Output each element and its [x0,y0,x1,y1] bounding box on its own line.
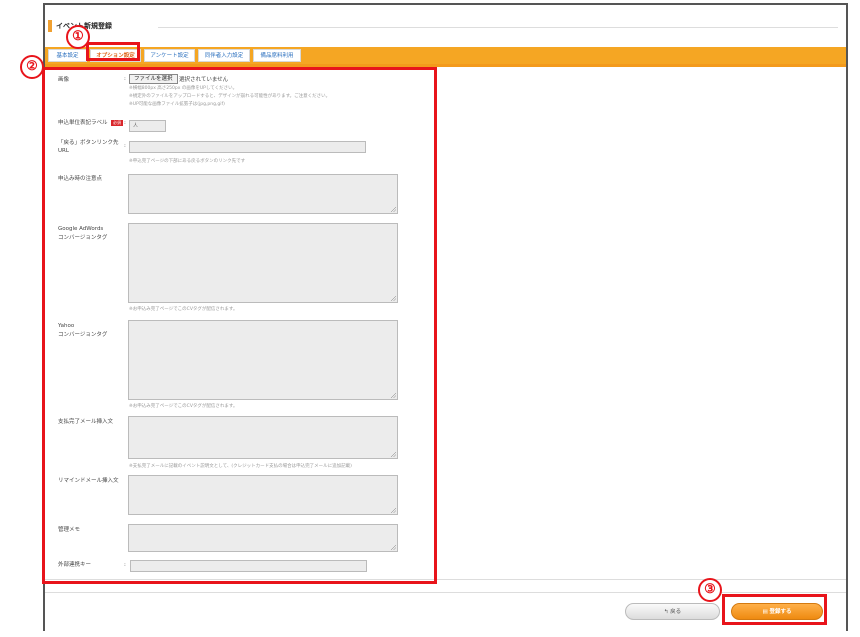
tab-bar: 基本設定 オプション設定 アンケート設定 同伴者入力設定 備品席料利用 [45,47,846,67]
tab-basic-settings[interactable]: 基本設定 [48,49,87,62]
annotation-box-submit [722,594,827,625]
tab-equipment-fee[interactable]: 備品席料利用 [253,49,301,62]
back-button[interactable]: ↰ 戻る [625,603,720,620]
annotation-box-option-tab [86,42,140,61]
tab-companion-settings[interactable]: 同伴者入力設定 [198,49,250,62]
annotation-number-1: ① [66,25,90,49]
annotation-box-form [42,67,437,584]
title-accent-bar [48,20,52,32]
annotation-number-2: ② [20,55,44,79]
annotation-number-3: ③ [698,578,722,602]
title-divider [158,27,838,28]
footer-divider [45,592,846,593]
tab-survey-settings[interactable]: アンケート設定 [144,49,195,62]
